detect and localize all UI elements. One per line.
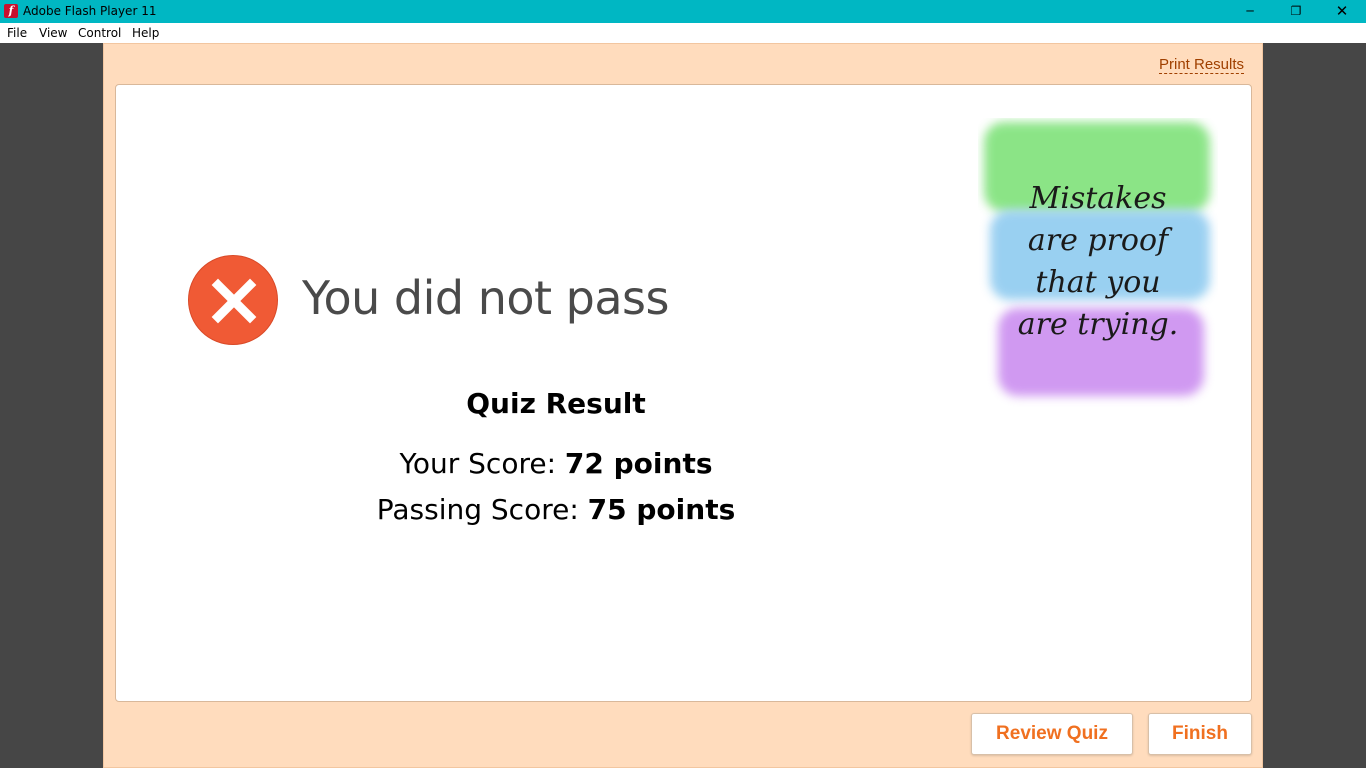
menu-file[interactable]: File xyxy=(7,26,27,40)
poster-line: are proof xyxy=(1027,223,1169,258)
restore-button[interactable]: ❐ xyxy=(1273,0,1319,23)
menu-bar: File View Control Help xyxy=(0,23,1366,43)
menu-help[interactable]: Help xyxy=(132,26,159,40)
flash-player-icon: f xyxy=(4,4,18,18)
window-title: Adobe Flash Player 11 xyxy=(23,4,157,18)
poster-quote: Mistakes are proof that you are trying. xyxy=(978,178,1218,346)
your-score-value: 72 points xyxy=(564,447,713,480)
finish-button[interactable]: Finish xyxy=(1148,713,1252,755)
result-panel: You did not pass Quiz Result Your Score:… xyxy=(115,84,1252,702)
print-results-link[interactable]: Print Results xyxy=(1159,56,1245,74)
minimize-button[interactable]: ─ xyxy=(1227,0,1273,23)
passing-score-value: 75 points xyxy=(587,493,736,526)
your-score-line: Your Score: 72 points xyxy=(306,447,806,480)
result-status-heading: You did not pass xyxy=(302,271,670,325)
window-titlebar[interactable]: f Adobe Flash Player 11 ─ ❐ ✕ xyxy=(0,0,1366,23)
review-quiz-button[interactable]: Review Quiz xyxy=(971,713,1133,755)
poster-line: are trying. xyxy=(1017,307,1179,342)
menu-view[interactable]: View xyxy=(39,26,67,40)
motivational-poster-image: Mistakes are proof that you are trying. xyxy=(978,118,1218,423)
quiz-stage: Print Results You did not pass Quiz Resu… xyxy=(103,43,1263,768)
menu-control[interactable]: Control xyxy=(78,26,121,40)
poster-line: that you xyxy=(1035,265,1161,300)
passing-score-label: Passing Score: xyxy=(376,493,579,526)
close-button[interactable]: ✕ xyxy=(1319,0,1365,23)
passing-score-line: Passing Score: 75 points xyxy=(306,493,806,526)
quiz-result-title: Quiz Result xyxy=(466,387,646,420)
your-score-label: Your Score: xyxy=(399,447,557,480)
fail-x-icon xyxy=(188,255,278,345)
poster-line: Mistakes xyxy=(1029,181,1167,216)
